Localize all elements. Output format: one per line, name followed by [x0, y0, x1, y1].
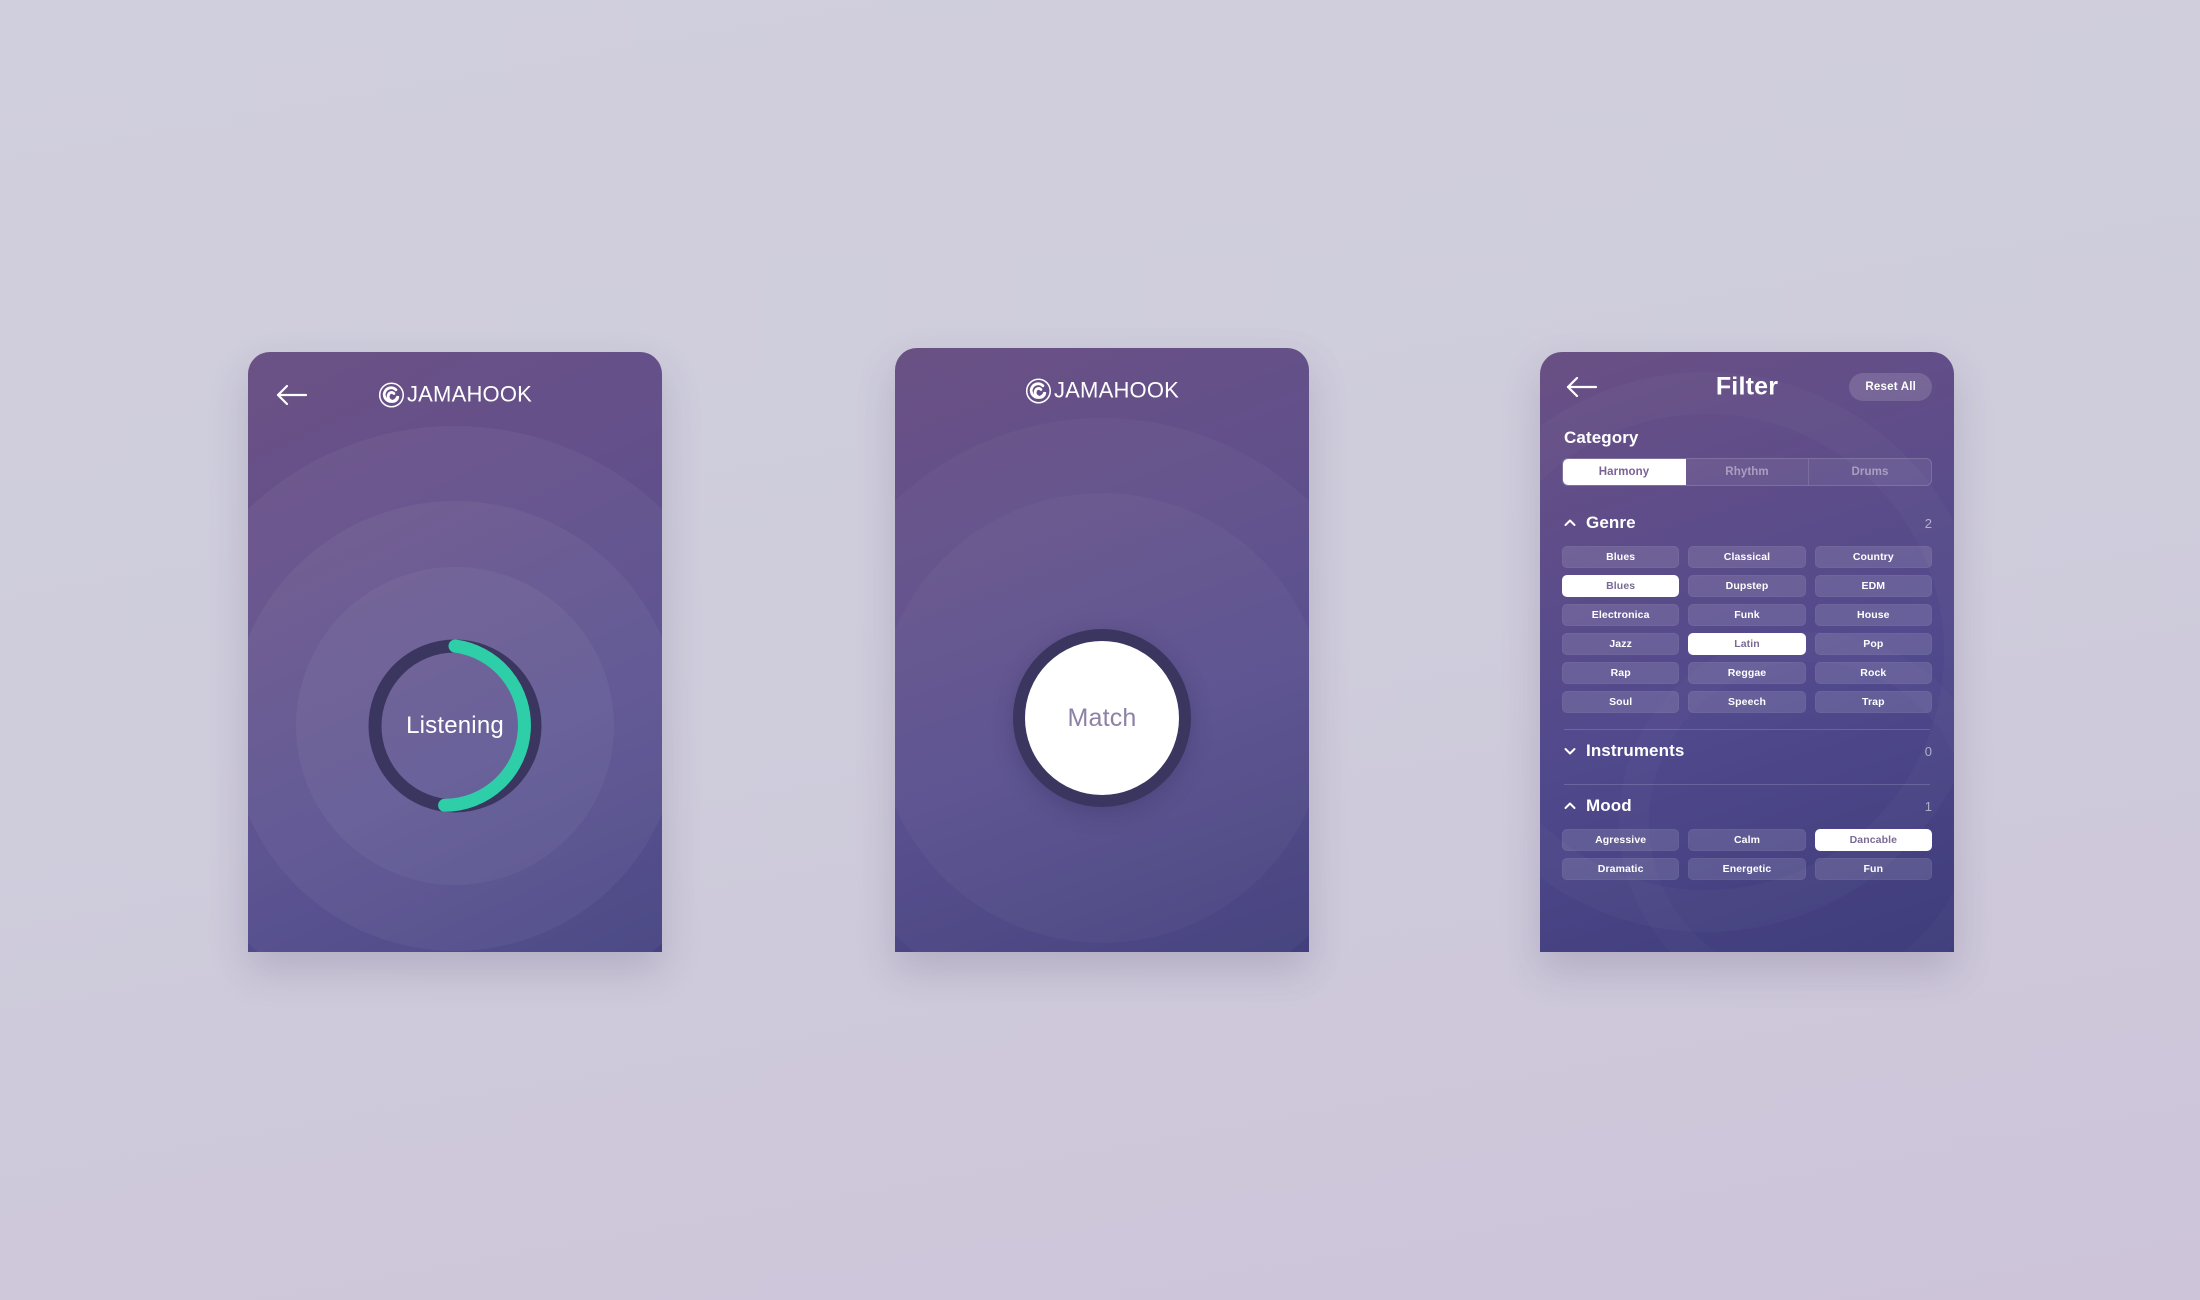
- filter-chip[interactable]: Fun: [1814, 858, 1932, 880]
- screens-stage: JAMAHOOK Listening JAMAHOOK Match Filter…: [0, 0, 2200, 1300]
- brand-logo: JAMAHOOK: [1025, 378, 1179, 405]
- chevron-down-icon: [1562, 743, 1578, 759]
- filter-content: Category Harmony Rhythm Drums Genre 2 Blues C…: [1540, 422, 1954, 952]
- category-segment-drums[interactable]: Drums: [1809, 459, 1931, 485]
- filter-chip[interactable]: EDM: [1814, 575, 1932, 597]
- match-screen-card: JAMAHOOK Match: [895, 348, 1309, 952]
- filter-chip[interactable]: Classical: [1688, 546, 1806, 568]
- filter-chip[interactable]: Electronica: [1562, 604, 1680, 626]
- brand-wordmark: JAMAHOOK: [406, 381, 533, 407]
- filter-group-name: Instruments: [1586, 741, 1685, 760]
- filter-groups: Genre 2 Blues Classical Country Blues Dupstep E…: [1562, 506, 1932, 880]
- category-segmented-control[interactable]: Harmony Rhythm Drums: [1562, 458, 1932, 486]
- section-divider: [1564, 784, 1930, 785]
- filter-header: Filter Reset All: [1540, 352, 1954, 422]
- category-segment-rhythm[interactable]: Rhythm: [1686, 459, 1809, 485]
- match-topbar: JAMAHOOK: [895, 348, 1309, 434]
- jamahook-spiral-icon: [378, 382, 405, 409]
- brand-logo: JAMAHOOK: [378, 382, 532, 409]
- filter-chip[interactable]: Agressive: [1562, 829, 1680, 851]
- filter-chip-grid-mood: Agressive Calm Dancable Dramatic Energetic Fu…: [1562, 829, 1932, 880]
- listening-status-label: Listening: [406, 712, 504, 739]
- listening-progress-dial: Listening: [360, 631, 550, 821]
- category-segment-harmony[interactable]: Harmony: [1563, 459, 1686, 485]
- jamahook-spiral-icon: [1025, 378, 1052, 405]
- filter-group-header-mood[interactable]: Mood 1: [1562, 789, 1932, 823]
- filter-group-header-instruments[interactable]: Instruments 0: [1562, 734, 1932, 768]
- filter-chip[interactable]: House: [1814, 604, 1932, 626]
- filter-chip[interactable]: Dupstep: [1688, 575, 1806, 597]
- filter-chip[interactable]: Reggae: [1688, 662, 1806, 684]
- filter-chip[interactable]: Speech: [1688, 691, 1806, 713]
- filter-chip[interactable]: Calm: [1688, 829, 1806, 851]
- filter-chip[interactable]: Latin: [1688, 633, 1806, 655]
- filter-chip[interactable]: Dramatic: [1562, 858, 1680, 880]
- filter-chip[interactable]: Funk: [1688, 604, 1806, 626]
- match-button[interactable]: Match: [1013, 629, 1191, 807]
- filter-group-header-genre[interactable]: Genre 2: [1562, 506, 1932, 540]
- brand-wordmark: JAMAHOOK: [1053, 377, 1180, 403]
- filter-chip[interactable]: Blues: [1562, 575, 1680, 597]
- filter-group-name: Genre: [1586, 513, 1636, 532]
- filter-group-count: 2: [1924, 515, 1932, 531]
- filter-chip[interactable]: Rock: [1814, 662, 1932, 684]
- match-button-label: Match: [1067, 703, 1137, 732]
- filter-chip[interactable]: Soul: [1562, 691, 1680, 713]
- chevron-up-icon: [1562, 798, 1578, 814]
- filter-group-count: 0: [1924, 743, 1932, 759]
- filter-chip[interactable]: Trap: [1814, 691, 1932, 713]
- category-section-label: Category: [1564, 428, 1639, 447]
- filter-chip[interactable]: Country: [1814, 546, 1932, 568]
- back-arrow-icon[interactable]: [1564, 374, 1598, 400]
- chevron-up-icon: [1562, 515, 1578, 531]
- filter-chip[interactable]: Dancable: [1814, 829, 1932, 851]
- filter-group-name: Mood: [1586, 796, 1632, 815]
- listening-screen-card: JAMAHOOK Listening: [248, 352, 662, 952]
- filter-chip[interactable]: Energetic: [1688, 858, 1806, 880]
- filter-group-count: 1: [1924, 798, 1932, 814]
- filter-chip[interactable]: Pop: [1814, 633, 1932, 655]
- filter-screen-card: Filter Reset All Category Harmony Rhythm D…: [1540, 352, 1954, 952]
- filter-chip[interactable]: Jazz: [1562, 633, 1680, 655]
- filter-chip[interactable]: Blues: [1562, 546, 1680, 568]
- reset-all-button[interactable]: Reset All: [1849, 373, 1932, 401]
- section-divider: [1564, 729, 1930, 730]
- filter-chip[interactable]: Rap: [1562, 662, 1680, 684]
- back-arrow-icon[interactable]: [274, 382, 308, 408]
- listening-topbar: JAMAHOOK: [248, 352, 662, 438]
- filter-chip-grid-genre: Blues Classical Country Blues Dupstep EDM Elec…: [1562, 546, 1932, 713]
- page-title: Filter: [1715, 372, 1779, 401]
